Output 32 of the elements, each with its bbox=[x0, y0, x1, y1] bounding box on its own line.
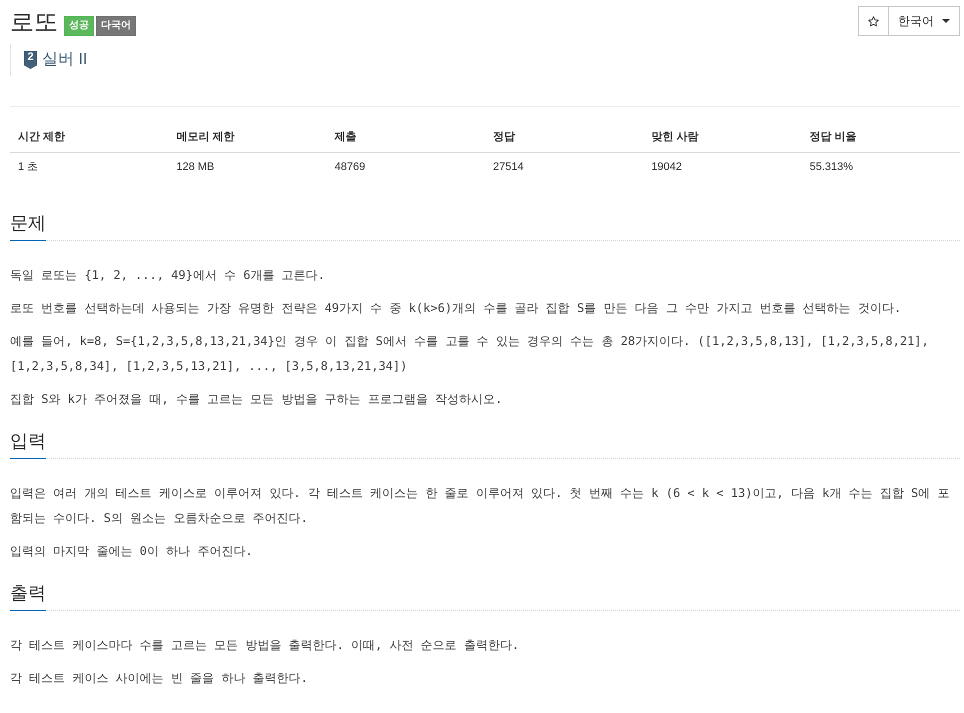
column-header: 제출 bbox=[326, 123, 485, 152]
tier-shield-badge: 2 bbox=[24, 51, 37, 69]
paragraph-text: 입력의 마지막 줄에는 0이 하나 주어진다. bbox=[10, 543, 254, 560]
tier-name: 실버 II bbox=[42, 50, 88, 70]
favorite-button[interactable] bbox=[858, 6, 889, 36]
problem-title: 로또 bbox=[10, 8, 58, 38]
table-cell: 48769 bbox=[326, 152, 485, 182]
paragraph-text: 로또 번호를 선택하는데 사용되는 가장 유명한 전략은 49가지 수 중 k(k>6)개의 수를 골라 집합 S를 만든 다음 그 수만 가지고 번호를 선택하는 것이다. bbox=[10, 300, 902, 317]
table-cell: 19042 bbox=[643, 152, 802, 182]
paragraph-text: 각 테스트 케이스 사이에는 빈 줄을 하나 출력한다. bbox=[10, 670, 309, 687]
paragraph-text: 독일 로또는 {1, 2, ..., 49}에서 수 6개를 고른다. bbox=[10, 267, 326, 284]
section-heading: 출력 bbox=[10, 578, 46, 611]
section-heading: 문제 bbox=[10, 208, 46, 241]
caret-icon bbox=[942, 19, 950, 23]
table-cell: 55.313% bbox=[802, 152, 960, 182]
table-cell: 1 초 bbox=[10, 152, 168, 182]
language-dropdown[interactable]: 한국어 bbox=[889, 6, 960, 36]
paragraph-text: 각 테스트 케이스마다 수를 고르는 모든 방법을 출력한다. 이때, 사전 순으로 출력한다. bbox=[10, 637, 520, 654]
section-heading: 입력 bbox=[10, 426, 46, 459]
paragraph-text: 입력은 여러 개의 테스트 케이스로 이루어져 있다. 각 테스트 케이스는 한 줄로 이루어져 있다. 첫 번째 수는 k (6 < k < 13)이고, 다음 k개 수는 집합 S에 포함되는 수이다. S의 원소는 오름차순으로 주어진다. bbox=[10, 485, 950, 527]
table-cell: 128 MB bbox=[168, 152, 327, 182]
paragraph-text: 예를 들어, k=8, S={1,2,3,5,8,13,21,34}인 경우 이 집합 S에서 수를 고를 수 있는 경우의 수는 총 28가지이다. ([1,2,3,5,8,13], [1,2,3,5,8,21], [1,2,3,5,8,34], [1,2,3,5,13,21], ..., [3,5,8,13,21,34]) bbox=[10, 333, 930, 375]
column-header: 맞힌 사람 bbox=[643, 123, 802, 152]
column-header: 정답 bbox=[484, 123, 644, 152]
status-badge: 성공 bbox=[64, 16, 94, 36]
paragraph-text: 집합 S와 k가 주어졌을 때, 수를 고르는 모든 방법을 구하는 프로그램을 작성하시오. bbox=[10, 391, 504, 408]
column-header: 메모리 제한 bbox=[168, 123, 327, 152]
column-header: 정답 비율 bbox=[802, 123, 960, 152]
star-icon bbox=[868, 16, 879, 26]
status-badge: 다국어 bbox=[96, 16, 136, 36]
column-header: 시간 제한 bbox=[10, 123, 168, 152]
table-cell: 27514 bbox=[484, 152, 644, 182]
